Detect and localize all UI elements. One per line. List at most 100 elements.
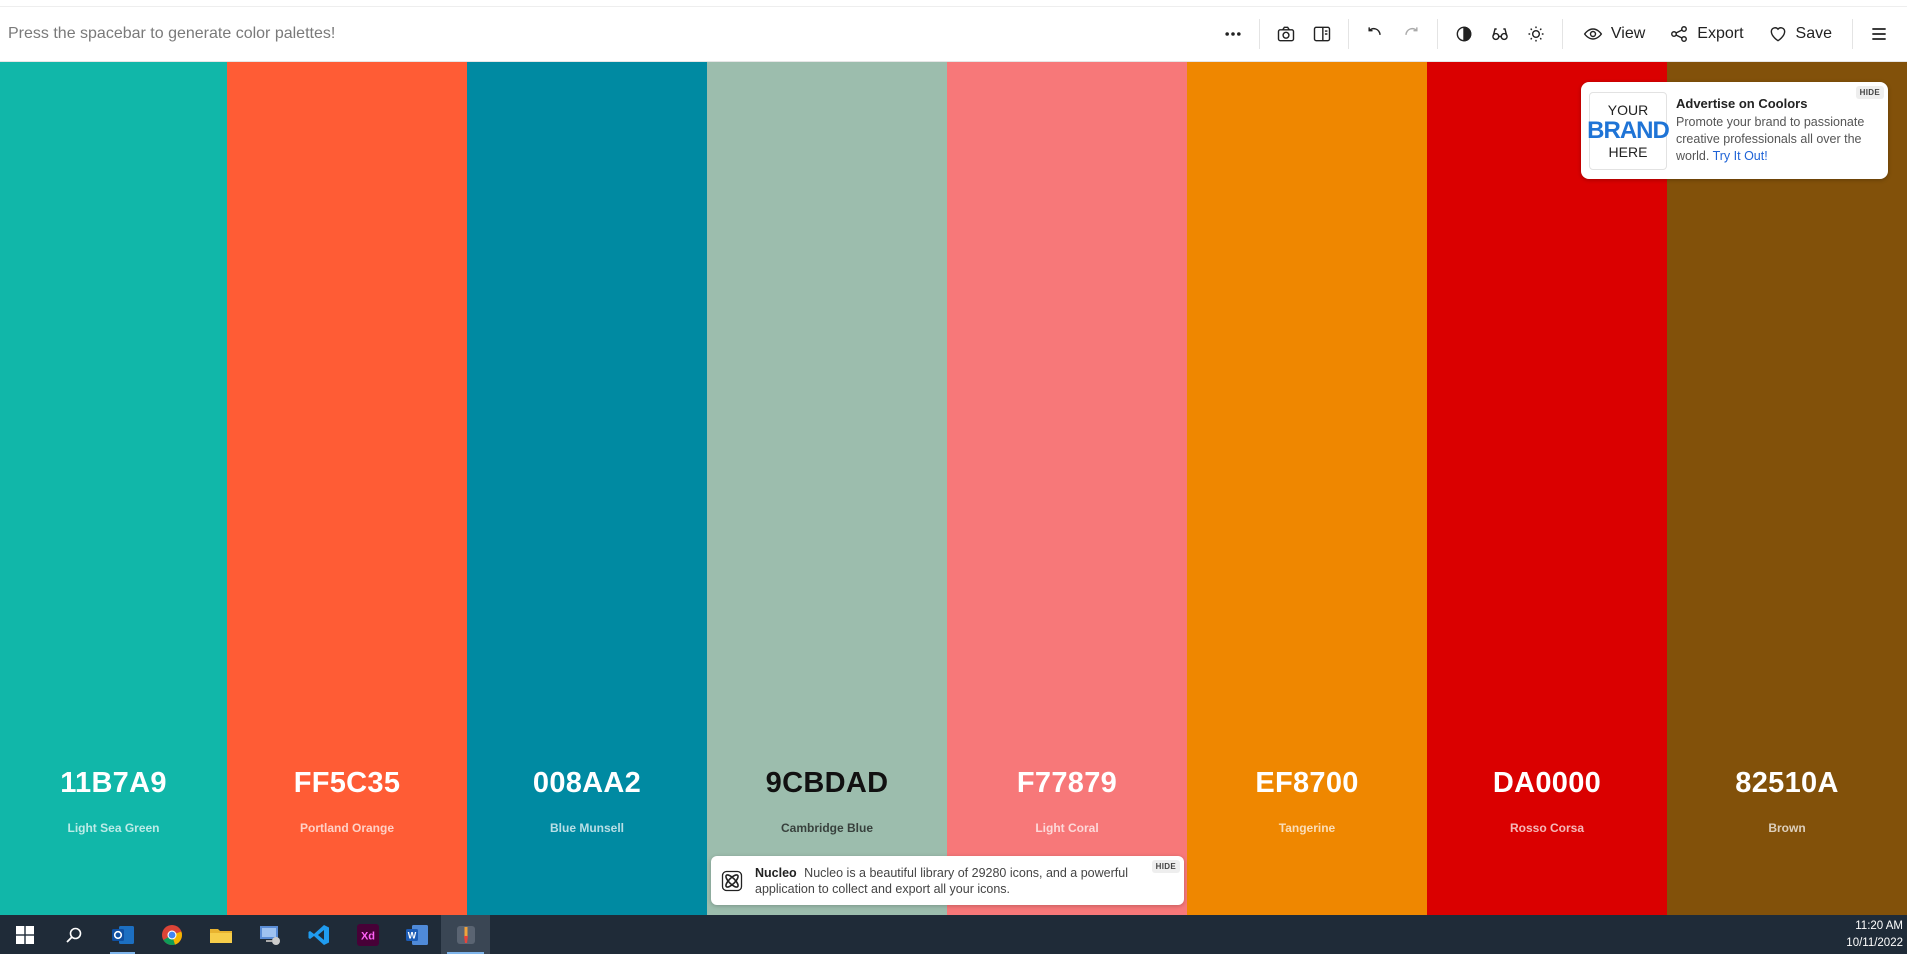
- color-name[interactable]: Brown: [1667, 821, 1907, 835]
- contrast-icon: [1456, 26, 1472, 42]
- logo-line-brand: BRAND: [1587, 116, 1670, 144]
- color-hex-code[interactable]: 11B7A9: [0, 767, 227, 800]
- view-button[interactable]: View: [1571, 16, 1657, 52]
- taskbar-vscode[interactable]: [294, 915, 343, 954]
- outlook-icon: [111, 925, 134, 944]
- color-hex-code[interactable]: F77879: [947, 767, 1187, 800]
- view-label: View: [1610, 25, 1646, 42]
- hamburger-menu-icon: [1872, 28, 1886, 40]
- toolbar-actions: View Export Save: [1215, 7, 1907, 61]
- undo-icon: [1368, 27, 1381, 35]
- eye-icon: [1583, 28, 1603, 40]
- clock-date: 10/11/2022: [1846, 936, 1903, 949]
- nucleo-text: Nucleo Nucleo is a beautiful library of …: [755, 865, 1145, 897]
- color-name[interactable]: Tangerine: [1187, 821, 1427, 835]
- ellipsis-icon: [1225, 32, 1241, 36]
- remote-desktop-icon: [259, 925, 280, 945]
- color-column[interactable]: DA0000 Rosso Corsa: [1427, 62, 1667, 915]
- nucleo-description: Nucleo is a beautiful library of 29280 i…: [755, 865, 1128, 896]
- windows-logo-icon: [15, 925, 34, 944]
- search-button[interactable]: [49, 915, 98, 954]
- ad-description: Promote your brand to passionate creativ…: [1676, 115, 1865, 163]
- hide-ad-button[interactable]: HIDE: [1855, 86, 1884, 99]
- color-hex-code[interactable]: FF5C35: [227, 767, 467, 800]
- share-icon: [1671, 26, 1688, 42]
- logo-line-here: HERE: [1608, 143, 1648, 160]
- taskbar-outlook[interactable]: [98, 915, 147, 954]
- toolbar-divider: [1347, 19, 1349, 49]
- heart-icon: [1770, 27, 1785, 42]
- windows-taskbar: Xd W 11:20 AM 10/11/2022: [0, 915, 1907, 954]
- more-options-button[interactable]: [1215, 16, 1251, 52]
- taskbar-file-explorer[interactable]: [196, 915, 245, 954]
- toolbar-divider: [1436, 19, 1438, 49]
- redo-button[interactable]: [1393, 16, 1429, 52]
- try-it-out-link[interactable]: Try It Out!: [1713, 149, 1768, 163]
- atom-icon: [721, 870, 743, 891]
- color-hex-code[interactable]: EF8700: [1187, 767, 1427, 800]
- color-hex-code[interactable]: 9CBDAD: [707, 767, 947, 800]
- advertisement-card: YOUR BRAND HERE Advertise on Coolors Pro…: [1581, 82, 1888, 179]
- save-button[interactable]: Save: [1756, 16, 1844, 52]
- side-panel-icon: [1313, 26, 1331, 42]
- color-hex-code[interactable]: 82510A: [1667, 767, 1907, 800]
- color-column[interactable]: 008AA2 Blue Munsell: [467, 62, 707, 915]
- color-column[interactable]: F77879 Light Coral: [947, 62, 1187, 915]
- vscode-icon: [308, 924, 329, 945]
- taskbar-color-app[interactable]: [441, 915, 490, 954]
- export-button[interactable]: Export: [1657, 16, 1755, 52]
- color-name[interactable]: Rosso Corsa: [1427, 821, 1667, 835]
- undo-button[interactable]: [1357, 16, 1393, 52]
- spacebar-hint: Press the spacebar to generate color pal…: [8, 25, 336, 42]
- color-hex-code[interactable]: DA0000: [1427, 767, 1667, 800]
- color-name[interactable]: Portland Orange: [227, 821, 467, 835]
- clock-time: 11:20 AM: [1855, 919, 1903, 932]
- app-window: Press the spacebar to generate color pal…: [0, 0, 1907, 954]
- system-clock[interactable]: 11:20 AM 10/11/2022: [1846, 918, 1903, 952]
- ad-body: Promote your brand to passionate creativ…: [1676, 114, 1876, 165]
- hide-nucleo-button[interactable]: HIDE: [1151, 860, 1180, 873]
- nucleo-banner: Nucleo Nucleo is a beautiful library of …: [711, 856, 1184, 905]
- svg-text:Xd: Xd: [360, 930, 374, 942]
- toggle-panel-button[interactable]: [1304, 16, 1340, 52]
- export-label: Export: [1697, 25, 1744, 42]
- svg-text:W: W: [407, 930, 416, 940]
- contrast-checker-button[interactable]: [1446, 16, 1482, 52]
- word-icon: W: [405, 924, 428, 945]
- camera-icon: [1277, 26, 1295, 42]
- nucleo-logo[interactable]: [719, 868, 745, 894]
- brand-logo[interactable]: YOUR BRAND HERE: [1587, 91, 1670, 170]
- color-name[interactable]: Light Coral: [947, 821, 1187, 835]
- taskbar-chrome[interactable]: [147, 915, 196, 954]
- color-column[interactable]: 82510A Brown: [1667, 62, 1907, 915]
- color-column[interactable]: EF8700 Tangerine: [1187, 62, 1427, 915]
- adjust-palette-button[interactable]: [1518, 16, 1554, 52]
- color-column[interactable]: FF5C35 Portland Orange: [227, 62, 467, 915]
- start-button[interactable]: [0, 915, 49, 954]
- color-name[interactable]: Light Sea Green: [0, 821, 227, 835]
- color-column[interactable]: 9CBDAD Cambridge Blue: [707, 62, 947, 915]
- save-label: Save: [1795, 25, 1832, 42]
- toolbar: Press the spacebar to generate color pal…: [0, 6, 1907, 62]
- toolbar-divider: [1258, 19, 1260, 49]
- folder-icon: [209, 928, 232, 943]
- color-column[interactable]: 11B7A9 Light Sea Green: [0, 62, 227, 915]
- taskbar-remote-desktop[interactable]: [245, 915, 294, 954]
- ad-text: Advertise on Coolors Promote your brand …: [1676, 96, 1876, 165]
- taskbar-adobe-xd[interactable]: Xd: [343, 915, 392, 954]
- color-hex-code[interactable]: 008AA2: [467, 767, 707, 800]
- toolbar-divider: [1852, 19, 1853, 49]
- paint-brush-icon: [456, 925, 475, 944]
- main-menu-button[interactable]: [1861, 16, 1897, 52]
- glasses-icon: [1492, 28, 1508, 41]
- nucleo-title[interactable]: Nucleo: [755, 866, 797, 880]
- search-icon: [65, 927, 81, 943]
- export-image-button[interactable]: [1268, 16, 1304, 52]
- color-name[interactable]: Cambridge Blue: [707, 821, 947, 835]
- redo-icon: [1405, 27, 1418, 35]
- adobe-xd-icon: Xd: [356, 923, 379, 946]
- logo-line-your: YOUR: [1607, 101, 1649, 118]
- taskbar-word[interactable]: W: [392, 915, 441, 954]
- color-blindness-button[interactable]: [1482, 16, 1518, 52]
- color-name[interactable]: Blue Munsell: [467, 821, 707, 835]
